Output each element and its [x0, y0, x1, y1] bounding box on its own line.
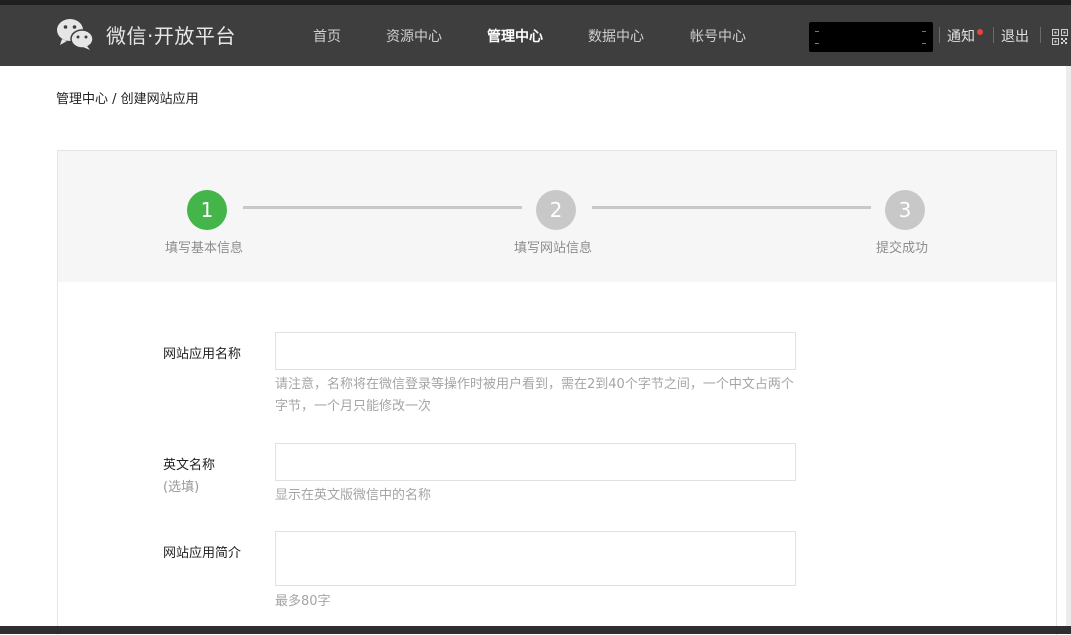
intro-textarea[interactable] — [275, 531, 796, 586]
nav-management-center[interactable]: 管理中心 — [487, 26, 543, 46]
step-2-label: 填写网站信息 — [514, 241, 593, 256]
brand-title[interactable]: 微信·开放平台 — [106, 20, 236, 49]
breadcrumb-current: 创建网站应用 — [120, 92, 199, 107]
nav-home[interactable]: 首页 — [313, 26, 341, 46]
header-divider — [939, 27, 940, 43]
top-navbar: 微信·开放平台 首页 资源中心 管理中心 数据中心 帐号中心 通知 退出 — [0, 5, 1071, 66]
notify-badge — [977, 29, 983, 35]
breadcrumb: 管理中心 / 创建网站应用 — [56, 88, 199, 107]
step-3-circle: 3 — [885, 190, 925, 230]
app-name-input[interactable] — [275, 332, 796, 370]
english-name-tip: 显示在英文版微信中的名称 — [275, 488, 432, 503]
wechat-logo-icon — [57, 19, 94, 50]
nav-resource-center[interactable]: 资源中心 — [386, 26, 442, 46]
create-app-panel: 1 2 3 填写基本信息 填写网站信息 提交成功 网站应用名称 请注意，名称将在… — [57, 150, 1057, 635]
scrollbar-track[interactable] — [1066, 66, 1071, 634]
qrcode-icon[interactable] — [1052, 29, 1068, 45]
breadcrumb-separator: / — [108, 92, 121, 107]
step-3-label: 提交成功 — [876, 241, 929, 256]
header-divider — [993, 27, 994, 43]
step-connector — [592, 206, 871, 209]
notify-link[interactable]: 通知 — [947, 26, 975, 46]
nav-data-center[interactable]: 数据中心 — [588, 26, 644, 46]
english-name-input[interactable] — [275, 443, 796, 481]
intro-label: 网站应用简介 — [163, 546, 242, 561]
step-connector — [243, 206, 522, 209]
intro-tip: 最多80字 — [275, 594, 331, 609]
app-name-tip: 请注意，名称将在微信登录等操作时被用户看到，需在2到40个字节之间，一个中文占两… — [275, 377, 794, 414]
step-1-label: 填写基本信息 — [165, 241, 244, 256]
step-2-circle: 2 — [536, 190, 576, 230]
logout-link[interactable]: 退出 — [1001, 26, 1029, 46]
step-1-circle: 1 — [187, 190, 227, 230]
english-name-label: 英文名称 — [163, 458, 216, 473]
nav-account-center[interactable]: 帐号中心 — [690, 26, 746, 46]
english-name-optional: (选填) — [163, 480, 200, 495]
app-name-label: 网站应用名称 — [163, 347, 242, 362]
header-divider — [1040, 27, 1041, 43]
account-info-box[interactable] — [809, 22, 933, 52]
step-progress: 1 2 3 填写基本信息 填写网站信息 提交成功 — [58, 151, 1056, 282]
breadcrumb-parent-link[interactable]: 管理中心 — [56, 92, 108, 107]
window-bottom-edge — [0, 626, 1071, 634]
